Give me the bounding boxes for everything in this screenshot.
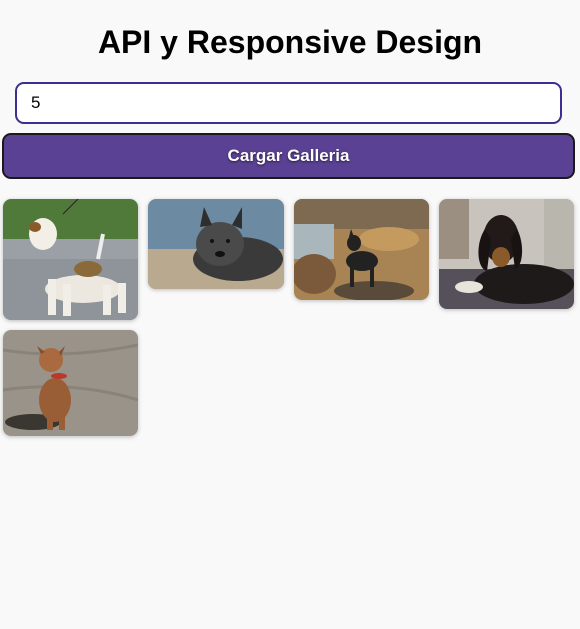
load-gallery-button[interactable]: Cargar Galleria [2, 133, 575, 179]
gallery-image[interactable] [148, 199, 284, 289]
dog-photo [294, 199, 429, 300]
dog-photo [148, 199, 284, 289]
page-title: API y Responsive Design [97, 24, 483, 60]
page: API y Responsive Design Cargar Galleria [0, 0, 580, 629]
gallery-image[interactable] [439, 199, 574, 309]
image-count-input[interactable] [15, 82, 562, 124]
gallery-image[interactable] [3, 330, 138, 436]
gallery-image[interactable] [294, 199, 429, 300]
dog-photo [3, 330, 138, 436]
dog-photo [3, 199, 138, 320]
gallery-image[interactable] [3, 199, 138, 320]
dog-photo [439, 199, 574, 309]
